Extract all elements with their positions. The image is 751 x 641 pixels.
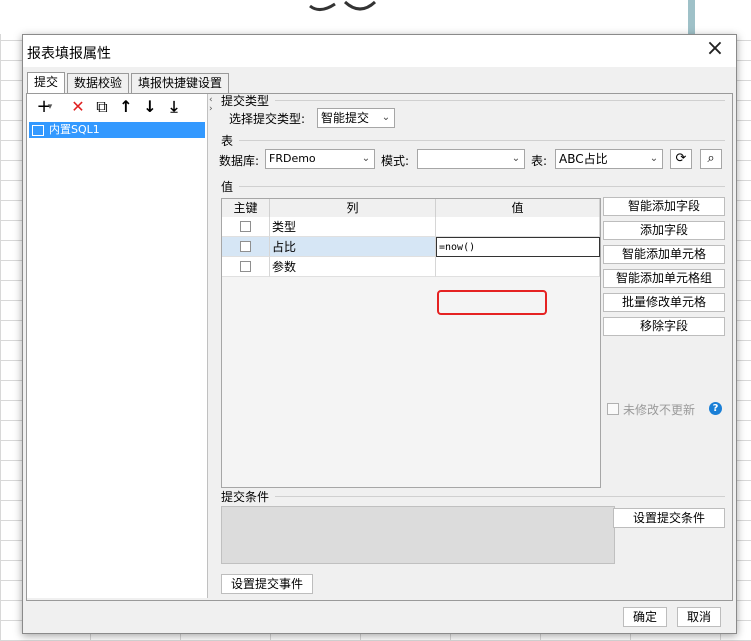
grid-header: 主键 列 值 bbox=[222, 199, 600, 218]
table-select[interactable]: ABC占比 ⌄ bbox=[555, 149, 663, 169]
tab-shortcut-settings[interactable]: 填报快捷键设置 bbox=[131, 73, 229, 93]
delete-icon[interactable]: ✕ bbox=[67, 96, 89, 118]
smart-add-cells-button[interactable]: 智能添加单元格 bbox=[603, 245, 725, 264]
key-cell bbox=[222, 217, 270, 237]
key-cell bbox=[222, 237, 270, 257]
copy-icon[interactable]: ⧉ bbox=[91, 96, 113, 118]
chevron-down-icon: ⌄ bbox=[649, 153, 659, 164]
value-section-label: 值 bbox=[221, 180, 234, 194]
column-cell: 参数 bbox=[270, 257, 436, 277]
database-select[interactable]: FRDemo ⌄ bbox=[265, 149, 375, 169]
primary-key-checkbox[interactable] bbox=[240, 261, 251, 272]
tab-submit[interactable]: 提交 bbox=[27, 72, 65, 94]
dialog-titlebar: 报表填报属性 × bbox=[23, 35, 736, 67]
smart-add-cell-group-button[interactable]: 智能添加单元格组 bbox=[603, 269, 725, 288]
table-label: 表: bbox=[531, 154, 548, 168]
add-field-button[interactable]: 添加字段 bbox=[603, 221, 725, 240]
unmodified-no-update-checkbox[interactable] bbox=[607, 403, 619, 415]
column-header-value[interactable]: 值 bbox=[436, 199, 600, 217]
submit-type-value: 智能提交 bbox=[321, 111, 370, 125]
value-cell[interactable]: =now() bbox=[436, 237, 600, 257]
splitter-handle[interactable]: ‹ › bbox=[209, 96, 213, 114]
value-cell[interactable] bbox=[436, 217, 600, 237]
table-row[interactable]: 占比 =now() bbox=[222, 237, 600, 257]
preview-icon: ⌕ bbox=[707, 151, 715, 166]
chevron-down-icon: ⌄ bbox=[511, 153, 521, 164]
dialog-title: 报表填报属性 bbox=[27, 46, 111, 62]
sql-list-pane: + ▾ ✕ ⧉ ↑ ↓ ⤓ 内置SQL1 bbox=[27, 94, 208, 598]
move-up-icon[interactable]: ↑ bbox=[115, 96, 137, 118]
table-section-label: 表 bbox=[221, 134, 234, 148]
set-conditions-button[interactable]: 设置提交条件 bbox=[613, 508, 725, 528]
batch-modify-cells-button[interactable]: 批量修改单元格 bbox=[603, 293, 725, 312]
value-cell[interactable] bbox=[436, 257, 600, 277]
unmodified-no-update-label: 未修改不更新 bbox=[623, 403, 696, 417]
remove-field-button[interactable]: 移除字段 bbox=[603, 317, 725, 336]
submit-type-select[interactable]: 智能提交 ⌄ bbox=[317, 108, 395, 128]
primary-key-checkbox[interactable] bbox=[240, 221, 251, 232]
tab-data-validation[interactable]: 数据校验 bbox=[67, 73, 129, 93]
report-fill-properties-dialog: 报表填报属性 × 提交 数据校验 填报快捷键设置 + ▾ ✕ ⧉ ↑ ↓ ⤓ 内… bbox=[22, 34, 737, 634]
table-value: ABC占比 bbox=[559, 152, 608, 166]
database-label: 数据库: bbox=[219, 154, 260, 168]
conditions-section-label: 提交条件 bbox=[221, 490, 270, 504]
column-header-key[interactable]: 主键 bbox=[222, 199, 270, 217]
table-row[interactable]: 参数 bbox=[222, 257, 600, 277]
field-grid: 主键 列 值 类型 占比 =now() 参数 bbox=[221, 198, 601, 488]
column-cell: 占比 bbox=[270, 237, 436, 257]
set-submit-event-button[interactable]: 设置提交事件 bbox=[221, 574, 313, 594]
divider bbox=[275, 496, 725, 497]
table-icon bbox=[32, 125, 44, 136]
table-row[interactable]: 类型 bbox=[222, 217, 600, 237]
background-scribble bbox=[309, 0, 377, 11]
column-cell: 类型 bbox=[270, 217, 436, 237]
ok-button[interactable]: 确定 bbox=[623, 607, 667, 627]
submit-type-label: 选择提交类型: bbox=[229, 112, 306, 126]
submit-type-section-label: 提交类型 bbox=[221, 94, 270, 108]
column-header-column[interactable]: 列 bbox=[270, 199, 436, 217]
close-button[interactable]: × bbox=[704, 38, 726, 61]
refresh-icon: ⟳ bbox=[675, 151, 687, 166]
database-value: FRDemo bbox=[269, 152, 316, 165]
chevron-down-icon: ⌄ bbox=[361, 153, 371, 164]
refresh-button[interactable]: ⟳ bbox=[670, 149, 692, 169]
help-icon[interactable]: ? bbox=[709, 402, 722, 415]
smart-add-fields-button[interactable]: 智能添加字段 bbox=[603, 197, 725, 216]
divider bbox=[239, 140, 725, 141]
preview-table-button[interactable]: ⌕ bbox=[700, 149, 722, 169]
conditions-display-area bbox=[221, 506, 615, 564]
move-down-icon[interactable]: ↓ bbox=[139, 96, 161, 118]
submit-tab-panel: + ▾ ✕ ⧉ ↑ ↓ ⤓ 内置SQL1 ‹ › 提交类型 选择提交类型: 智能提… bbox=[26, 93, 733, 601]
key-cell bbox=[222, 257, 270, 277]
background-teal-bar bbox=[688, 0, 695, 34]
divider bbox=[239, 186, 725, 187]
cancel-button[interactable]: 取消 bbox=[677, 607, 721, 627]
chevron-down-icon: ⌄ bbox=[381, 112, 391, 123]
schema-select[interactable]: ⌄ bbox=[417, 149, 525, 169]
add-dropdown-icon[interactable]: ▾ bbox=[45, 96, 55, 118]
divider bbox=[275, 100, 725, 101]
primary-key-checkbox[interactable] bbox=[240, 241, 251, 252]
sql-list-item[interactable]: 内置SQL1 bbox=[29, 122, 205, 138]
schema-label: 模式: bbox=[381, 154, 410, 168]
sql-item-label: 内置SQL1 bbox=[49, 123, 100, 136]
move-bottom-icon[interactable]: ⤓ bbox=[163, 96, 185, 118]
